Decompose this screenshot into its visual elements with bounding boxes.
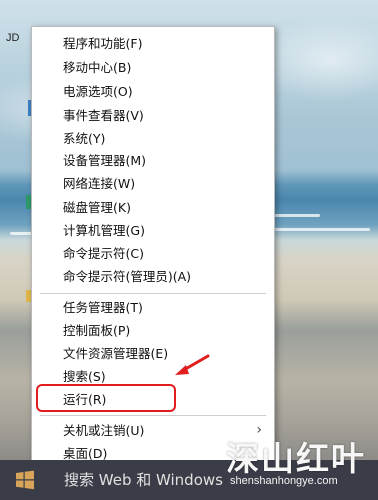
- menu-item-label: 文件资源管理器(E): [63, 346, 169, 361]
- menu-item-task-manager[interactable]: 任务管理器(T): [32, 296, 274, 319]
- menu-item-disk-management[interactable]: 磁盘管理(K): [32, 196, 274, 219]
- watermark-url: shenshanhongye.com: [230, 475, 338, 487]
- menu-item-programs-features[interactable]: 程序和功能(F): [32, 32, 274, 55]
- menu-item-label: 控制面板(P): [63, 323, 131, 338]
- menu-item-label: 程序和功能(F): [63, 36, 143, 51]
- menu-item-label: 网络连接(W): [63, 176, 136, 191]
- menu-item-power-options[interactable]: 电源选项(O): [32, 80, 274, 103]
- menu-item-label: 移动中心(B): [63, 60, 132, 75]
- desktop-icon-label[interactable]: JD: [6, 32, 19, 44]
- menu-separator: [40, 415, 266, 416]
- run-highlight-box: [36, 384, 176, 412]
- menu-item-system[interactable]: 系统(Y): [32, 127, 274, 150]
- menu-item-label: 设备管理器(M): [63, 153, 147, 168]
- watermark: 深山红叶 shenshanhongye.com: [226, 432, 376, 498]
- taskbar-search-box[interactable]: 搜索 Web 和 Windows: [64, 469, 223, 490]
- menu-item-label: 任务管理器(T): [63, 300, 143, 315]
- menu-item-device-manager[interactable]: 设备管理器(M): [32, 149, 274, 172]
- menu-separator: [40, 293, 266, 294]
- watermark-title: 深山红叶: [226, 439, 366, 478]
- menu-item-label: 计算机管理(G): [63, 223, 145, 238]
- windows-logo-icon[interactable]: [15, 470, 35, 490]
- menu-item-label: 磁盘管理(K): [63, 200, 131, 215]
- menu-item-control-panel[interactable]: 控制面板(P): [32, 319, 274, 342]
- menu-item-command-prompt[interactable]: 命令提示符(C): [32, 242, 274, 265]
- menu-item-mobility-center[interactable]: 移动中心(B): [32, 56, 274, 79]
- menu-item-label: 事件查看器(V): [63, 108, 144, 123]
- red-arrow-icon: [175, 354, 210, 375]
- menu-item-command-prompt-admin[interactable]: 命令提示符(管理员)(A): [32, 265, 274, 288]
- menu-item-event-viewer[interactable]: 事件查看器(V): [32, 104, 274, 127]
- menu-item-label: 命令提示符(C): [63, 246, 144, 261]
- menu-item-computer-management[interactable]: 计算机管理(G): [32, 219, 274, 242]
- menu-item-file-explorer[interactable]: 文件资源管理器(E): [32, 342, 274, 365]
- menu-item-label: 电源选项(O): [63, 84, 133, 99]
- menu-item-network-connections[interactable]: 网络连接(W): [32, 172, 274, 195]
- menu-item-label: 命令提示符(管理员)(A): [63, 269, 192, 284]
- menu-item-label: 系统(Y): [63, 131, 106, 146]
- wave: [270, 228, 370, 231]
- menu-item-label: 关机或注销(U): [63, 423, 145, 438]
